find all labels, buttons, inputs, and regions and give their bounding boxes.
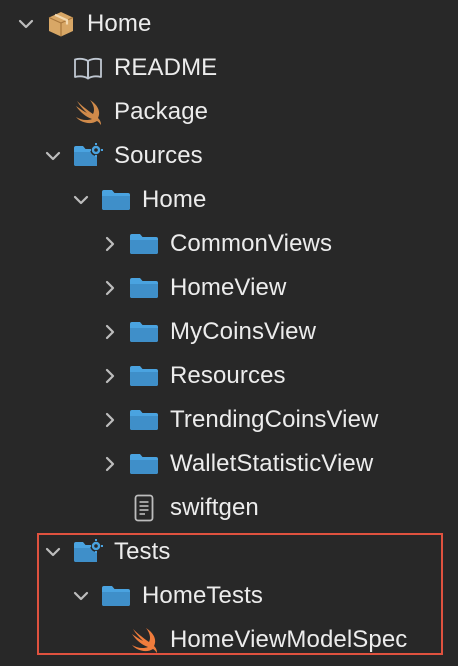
chevron-right-icon[interactable] bbox=[100, 278, 120, 298]
tree-row-swiftgen[interactable]: swiftgen bbox=[0, 486, 458, 530]
tree-item-label: README bbox=[114, 54, 218, 81]
tree-item-label: HomeViewModelSpec bbox=[170, 626, 408, 653]
tree-item-label: TrendingCoinsView bbox=[170, 406, 379, 433]
package-icon bbox=[48, 12, 74, 37]
tree-item-label: Tests bbox=[114, 538, 171, 565]
tree-row-sources[interactable]: Sources bbox=[0, 134, 458, 178]
folder-gear-icon bbox=[74, 539, 103, 562]
tree-row-package[interactable]: Package bbox=[0, 90, 458, 134]
folder-icon bbox=[130, 410, 158, 430]
folder-icon bbox=[130, 322, 158, 342]
tree-row-walletstatisticview[interactable]: WalletStatisticView bbox=[0, 442, 458, 486]
tree-item-label: Sources bbox=[114, 142, 203, 169]
folder-icon bbox=[130, 278, 158, 298]
tree-row-hometests[interactable]: HomeTests bbox=[0, 574, 458, 618]
chevron-down-icon[interactable] bbox=[43, 146, 63, 166]
tree-item-label: CommonViews bbox=[170, 230, 333, 257]
tree-row-commonviews[interactable]: CommonViews bbox=[0, 222, 458, 266]
chevron-right-icon[interactable] bbox=[100, 234, 120, 254]
tree-row-mycoinsview[interactable]: MyCoinsView bbox=[0, 310, 458, 354]
chevron-down-icon[interactable] bbox=[16, 14, 36, 34]
chevron-down-icon[interactable] bbox=[43, 542, 63, 562]
tree-item-label: Home bbox=[87, 10, 152, 37]
tree-row-readme[interactable]: README bbox=[0, 46, 458, 90]
tree-item-label: swiftgen bbox=[170, 494, 259, 521]
tree-row-home-folder[interactable]: Home bbox=[0, 178, 458, 222]
folder-icon bbox=[102, 190, 130, 210]
tree-item-label: WalletStatisticView bbox=[170, 450, 374, 477]
folder-icon bbox=[130, 454, 158, 474]
tree-item-label: Home bbox=[142, 186, 207, 213]
chevron-right-icon[interactable] bbox=[100, 410, 120, 430]
tree-row-homeviewmodelspec[interactable]: HomeViewModelSpec bbox=[0, 618, 458, 662]
swift-icon bbox=[76, 100, 101, 125]
tree-row-resources[interactable]: Resources bbox=[0, 354, 458, 398]
folder-icon bbox=[130, 366, 158, 386]
tree-row-trendingcoinsview[interactable]: TrendingCoinsView bbox=[0, 398, 458, 442]
tree-row-homeview[interactable]: HomeView bbox=[0, 266, 458, 310]
document-icon bbox=[134, 494, 154, 522]
chevron-right-icon[interactable] bbox=[100, 322, 120, 342]
folder-gear-icon bbox=[74, 143, 103, 166]
tree-item-label: Resources bbox=[170, 362, 286, 389]
tree-item-label: HomeView bbox=[170, 274, 287, 301]
tree-row-tests[interactable]: Tests bbox=[0, 530, 458, 574]
folder-icon bbox=[130, 234, 158, 254]
project-navigator: Home README Package Sources Home CommonV… bbox=[0, 0, 458, 666]
chevron-right-icon[interactable] bbox=[100, 454, 120, 474]
swift-icon bbox=[132, 628, 157, 653]
tree-item-label: HomeTests bbox=[142, 582, 263, 609]
tree-item-label: Package bbox=[114, 98, 209, 125]
folder-icon bbox=[102, 586, 130, 606]
book-icon bbox=[74, 57, 102, 80]
tree-row-home-package[interactable]: Home bbox=[0, 2, 458, 46]
chevron-down-icon[interactable] bbox=[71, 190, 91, 210]
chevron-down-icon[interactable] bbox=[71, 586, 91, 606]
chevron-right-icon[interactable] bbox=[100, 366, 120, 386]
tree-item-label: MyCoinsView bbox=[170, 318, 317, 345]
